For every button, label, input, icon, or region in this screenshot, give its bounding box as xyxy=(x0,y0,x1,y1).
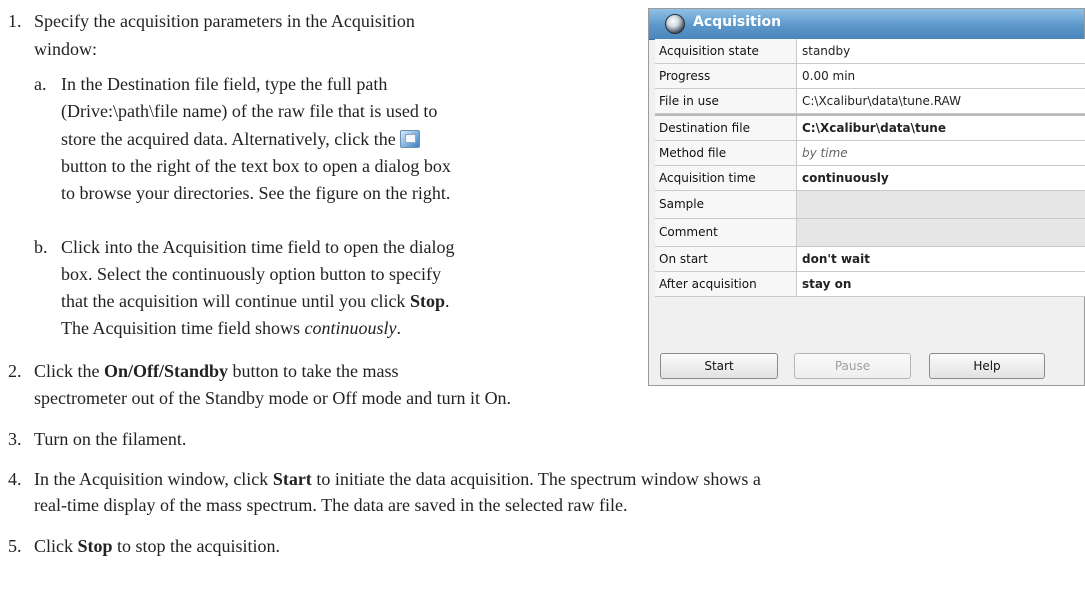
step-number: 4. xyxy=(8,469,22,489)
sample-row[interactable]: Sample xyxy=(655,191,1085,219)
on-start-field[interactable]: don't wait xyxy=(797,247,1085,271)
substep-text-fragment: store the acquired data. Alternatively, … xyxy=(61,129,396,149)
acquisition-properties-grid: Acquisition state standby Progress 0.00 … xyxy=(655,39,1085,297)
acquisition-icon xyxy=(665,14,685,34)
step-number: 2. xyxy=(8,361,22,381)
text-fragment: Click xyxy=(34,536,78,556)
bold-text: On/Off/Standby xyxy=(104,361,229,381)
substep-text: store the acquired data. Alternatively, … xyxy=(61,126,421,152)
text-fragment: that the acquisition will continue until… xyxy=(61,291,410,311)
row-label: After acquisition xyxy=(655,272,797,296)
row-label: Acquisition state xyxy=(655,39,797,63)
substep-text: button to the right of the text box to o… xyxy=(61,156,451,176)
row-label: Comment xyxy=(655,219,797,246)
substep-label: a. xyxy=(34,74,47,94)
bold-text: Stop xyxy=(409,291,445,311)
text-fragment: The Acquisition time field shows xyxy=(61,318,305,338)
substep-text: Click into the Acquisition time field to… xyxy=(61,237,455,257)
substep-text: box. Select the continuously option butt… xyxy=(61,264,441,284)
row-label: Sample xyxy=(655,191,797,218)
acquisition-state-value: standby xyxy=(802,44,851,58)
row-label: Destination file xyxy=(655,116,797,140)
step-text: Click the On/Off/Standby button to take … xyxy=(34,358,399,384)
step-text: real-time display of the mass spectrum. … xyxy=(34,495,628,515)
text-fragment: In the Acquisition window, click xyxy=(34,469,273,489)
comment-field[interactable] xyxy=(797,219,1085,246)
acquisition-time-field[interactable]: continuously xyxy=(797,166,1085,190)
acquisition-window-header: Acquisition xyxy=(649,9,1084,40)
row-label: Acquisition time xyxy=(655,166,797,190)
acquisition-time-row[interactable]: Acquisition time continuously xyxy=(655,166,1085,191)
progress-row: Progress 0.00 min xyxy=(655,64,1085,89)
acquisition-window-title: Acquisition xyxy=(693,14,782,30)
bold-text: Stop xyxy=(77,536,113,556)
text-fragment: to stop the acquisition. xyxy=(112,536,280,556)
step-number: 5. xyxy=(8,536,22,556)
row-label: On start xyxy=(655,247,797,271)
after-acquisition-row[interactable]: After acquisition stay on xyxy=(655,272,1085,297)
substep-text: In the Destination file field, type the … xyxy=(61,74,388,94)
destination-file-row[interactable]: Destination file C:\Xcalibur\data\tune xyxy=(655,114,1085,141)
file-in-use-row: File in use C:\Xcalibur\data\tune.RAW xyxy=(655,89,1085,114)
destination-file-field[interactable]: C:\Xcalibur\data\tune xyxy=(797,116,1085,140)
browse-file-icon xyxy=(400,130,421,148)
sample-field[interactable] xyxy=(797,191,1085,218)
text-fragment: button to take the mass xyxy=(228,361,399,381)
acquisition-window: Acquisition Acquisition state standby Pr… xyxy=(648,8,1085,386)
step-text: Specify the acquisition parameters in th… xyxy=(34,11,415,31)
acquisition-state-row: Acquisition state standby xyxy=(655,39,1085,64)
pause-button[interactable]: Pause xyxy=(794,353,911,379)
progress-value: 0.00 min xyxy=(802,69,856,83)
text-fragment: . xyxy=(444,291,450,311)
substep-text: that the acquisition will continue until… xyxy=(61,288,449,314)
text-fragment: . xyxy=(396,318,401,338)
step-text: window: xyxy=(34,39,97,59)
substep-label: b. xyxy=(34,237,48,257)
step-number: 1. xyxy=(8,11,22,31)
text-fragment: Click the xyxy=(34,361,104,381)
bold-text: Start xyxy=(272,469,312,489)
method-file-row[interactable]: Method file by time xyxy=(655,141,1085,166)
on-start-row[interactable]: On start don't wait xyxy=(655,247,1085,272)
help-button[interactable]: Help xyxy=(929,353,1045,379)
italic-text: continuously xyxy=(304,318,397,338)
step-text: Turn on the filament. xyxy=(34,429,187,449)
after-acquisition-field[interactable]: stay on xyxy=(797,272,1085,296)
substep-text: (Drive:\path\file name) of the raw file … xyxy=(61,101,438,121)
file-in-use-value: C:\Xcalibur\data\tune.RAW xyxy=(802,94,961,108)
comment-row[interactable]: Comment xyxy=(655,219,1085,247)
start-button[interactable]: Start xyxy=(660,353,778,379)
row-label: File in use xyxy=(655,89,797,113)
method-file-field[interactable]: by time xyxy=(797,141,1085,165)
step-text: spectrometer out of the Standby mode or … xyxy=(34,388,512,408)
step-number: 3. xyxy=(8,429,22,449)
row-label: Method file xyxy=(655,141,797,165)
row-label: Progress xyxy=(655,64,797,88)
step-text: Click Stop to stop the acquisition. xyxy=(34,533,280,559)
step-text: In the Acquisition window, click Start t… xyxy=(34,466,761,492)
substep-text: to browse your directories. See the figu… xyxy=(61,183,451,203)
manual-page: 1. Specify the acquisition parameters in… xyxy=(0,0,1085,599)
substep-text: The Acquisition time field shows continu… xyxy=(61,315,401,341)
text-fragment: to initiate the data acquisition. The sp… xyxy=(311,469,761,489)
